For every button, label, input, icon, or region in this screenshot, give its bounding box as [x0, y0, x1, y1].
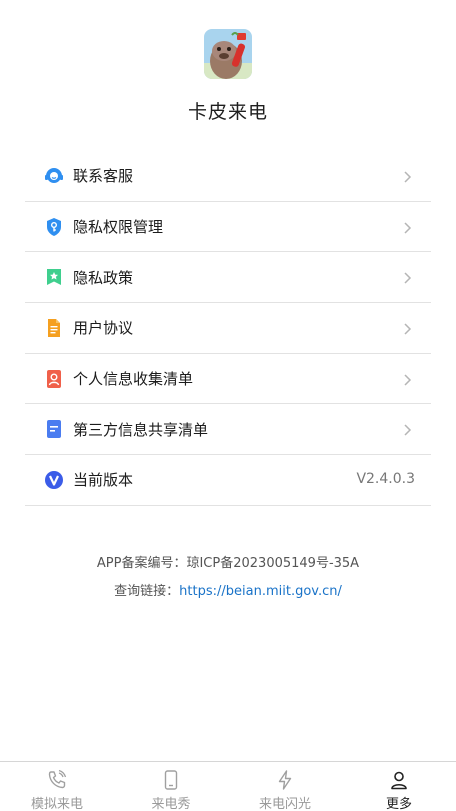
chevron-right-icon — [400, 321, 414, 335]
settings-menu: 联系客服 隐私权限管理 隐私政策 用户协议 个人信息收集清单 第三方信息共享清单… — [25, 151, 431, 506]
tab-label: 更多 — [385, 797, 412, 811]
menu-item-label: 当前版本 — [73, 471, 134, 490]
chevron-right-icon — [400, 422, 414, 436]
customer-service-icon — [44, 166, 64, 186]
icp-query-label: 查询链接： — [114, 584, 180, 599]
tab-simulated-call[interactable]: 模拟来电 — [0, 762, 114, 811]
smartphone-icon — [160, 769, 182, 791]
phone-ringing-icon — [46, 769, 68, 791]
menu-item-label: 联系客服 — [73, 167, 134, 186]
chevron-right-icon — [400, 270, 414, 284]
bookmark-star-icon — [44, 267, 64, 287]
chevron-right-icon — [400, 372, 414, 386]
tab-label: 来电秀 — [151, 797, 191, 811]
lightning-icon — [274, 769, 296, 791]
tab-more[interactable]: 更多 — [342, 762, 456, 811]
document-icon — [44, 318, 64, 338]
tab-call-show[interactable]: 来电秀 — [114, 762, 228, 811]
menu-item-label: 隐私权限管理 — [73, 218, 164, 237]
list-doc-icon — [44, 419, 64, 439]
icp-query-link[interactable]: https://beian.miit.gov.cn/ — [179, 584, 342, 599]
menu-item-personal-info-list[interactable]: 个人信息收集清单 — [25, 354, 431, 405]
app-name: 卡皮来电 — [187, 101, 268, 123]
chevron-right-icon — [400, 169, 414, 183]
menu-item-privacy-policy[interactable]: 隐私政策 — [25, 252, 431, 304]
menu-item-customer-service[interactable]: 联系客服 — [25, 151, 431, 202]
tab-call-flash[interactable]: 来电闪光 — [228, 762, 342, 811]
menu-item-label: 用户协议 — [73, 319, 134, 338]
shield-key-icon — [44, 217, 64, 237]
tab-label: 模拟来电 — [30, 797, 83, 811]
app-logo — [204, 29, 252, 79]
id-card-icon — [44, 369, 64, 389]
icp-query-line: 查询链接：https://beian.miit.gov.cn/ — [0, 583, 456, 601]
menu-item-third-party-sharing[interactable]: 第三方信息共享清单 — [25, 404, 431, 456]
tab-label: 来电闪光 — [258, 797, 311, 811]
icp-record: APP备案编号：琼ICP备2023005149号-35A — [96, 556, 360, 571]
user-icon — [388, 769, 410, 791]
menu-item-label: 第三方信息共享清单 — [73, 420, 209, 439]
menu-item-current-version[interactable]: 当前版本 V2.4.0.3 — [25, 455, 431, 506]
version-value: V2.4.0.3 — [356, 471, 415, 488]
bottom-tab-bar: 模拟来电 来电秀 来电闪光 更多 — [0, 761, 456, 811]
version-v-icon — [44, 470, 64, 490]
chevron-right-icon — [400, 220, 414, 234]
menu-item-privacy-permissions[interactable]: 隐私权限管理 — [25, 202, 431, 253]
menu-item-user-agreement[interactable]: 用户协议 — [25, 303, 431, 354]
menu-item-label: 隐私政策 — [73, 268, 134, 287]
menu-item-label: 个人信息收集清单 — [73, 370, 194, 389]
